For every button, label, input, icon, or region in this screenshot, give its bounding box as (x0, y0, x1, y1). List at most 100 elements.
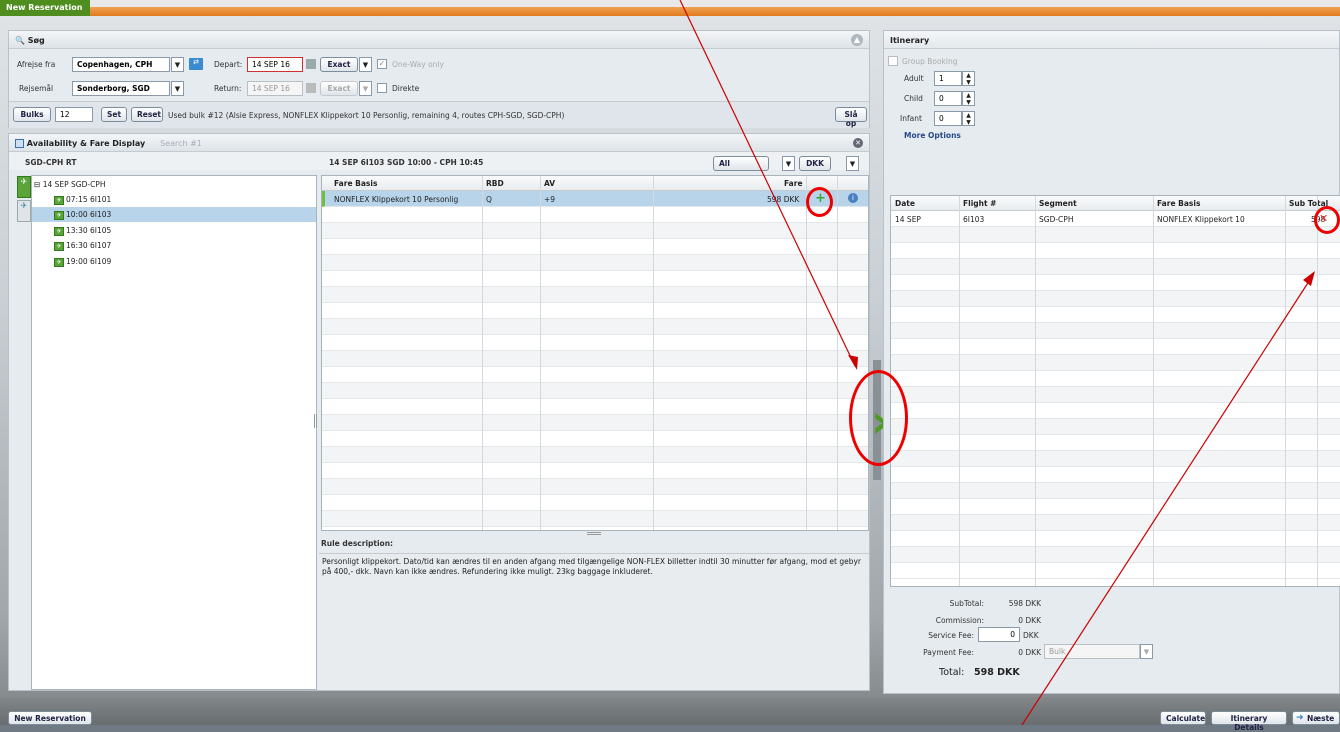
return-mode-dropdown-icon[interactable]: ▼ (359, 81, 372, 96)
grid-icon (15, 139, 24, 148)
new-reservation-footer-button[interactable]: New Reservation (8, 711, 92, 725)
fare-row-empty (322, 511, 868, 527)
depart-mode-dropdown-icon[interactable]: ▼ (359, 57, 372, 72)
bulks-button[interactable]: Bulks (13, 107, 51, 122)
search-title: Søg (27, 36, 45, 45)
infant-input[interactable]: 0 (934, 111, 962, 126)
route-label: SGD-CPH RT (25, 158, 77, 167)
subtotal-value: 598 DKK (1008, 599, 1041, 608)
tree-flight-item[interactable]: ✈ 07:15 6I101 (52, 192, 111, 207)
return-date-field[interactable]: 14 SEP 16 (247, 81, 303, 96)
fare-basis-cell: NONFLEX Klippekort 10 (1157, 215, 1245, 224)
fare-row-empty (322, 383, 868, 399)
set-button[interactable]: Set (101, 107, 127, 122)
col-flight[interactable]: Flight # (963, 199, 996, 208)
itinerary-details-button[interactable]: Itinerary Details (1211, 711, 1287, 732)
bulk-info-text: Used bulk #12 (Alsie Express, NONFLEX Kl… (168, 111, 565, 120)
search-tab[interactable]: Search #1 (160, 139, 202, 148)
direct-label: Direkte (392, 84, 420, 93)
col-segment[interactable]: Segment (1039, 199, 1077, 208)
info-icon[interactable]: i (848, 193, 858, 203)
col-fare-basis[interactable]: Fare Basis (1157, 199, 1200, 208)
fare-row-empty (322, 351, 868, 367)
more-options-link[interactable]: More Options (904, 131, 961, 140)
bulks-input[interactable]: 12 (55, 107, 93, 122)
currency-dropdown-icon[interactable]: ▼ (846, 156, 859, 171)
collapse-icon[interactable]: ▲ (851, 34, 863, 46)
flight-label: 19:00 6I109 (66, 257, 112, 266)
tree-root-label: 14 SEP SGD-CPH (42, 180, 106, 189)
service-fee-unit: DKK (1023, 631, 1039, 640)
child-input[interactable]: 0 (934, 91, 962, 106)
tree-flight-item[interactable]: ✈ 13:30 6I105 (52, 223, 111, 238)
reset-button[interactable]: Reset (131, 107, 163, 122)
fare-grid: Fare Basis RBD AV Fare NONFLEX Klippekor… (321, 175, 869, 531)
fare-row[interactable]: NONFLEX Klippekort 10 Personlig Q +9 598… (322, 191, 868, 207)
plane-icon: ✈ (54, 210, 64, 220)
col-date[interactable]: Date (895, 199, 915, 208)
payment-method-select[interactable]: Bulk (1044, 644, 1140, 659)
plane-icon: ✈ (54, 241, 64, 251)
collapse-tree-icon[interactable]: ⊟ (34, 180, 40, 189)
child-label: Child (904, 94, 923, 103)
oneway-label: One-Way only (392, 60, 444, 69)
plane-icon: ✈ (54, 226, 64, 236)
from-label: Afrejse fra (17, 60, 56, 69)
service-fee-input[interactable]: 0 (978, 627, 1020, 642)
col-av[interactable]: AV (544, 179, 555, 188)
currency-select[interactable]: DKK (799, 156, 831, 171)
close-icon[interactable]: ✕ (853, 138, 863, 148)
return-mode-select[interactable]: Exact (320, 81, 358, 96)
service-fee-label: Service Fee: (928, 631, 974, 640)
annotation-circle-remove (1314, 206, 1340, 234)
tree-root[interactable]: ⊟ 14 SEP SGD-CPH (34, 180, 105, 189)
filter-dropdown-icon[interactable]: ▼ (782, 156, 795, 171)
adult-stepper-icon[interactable]: ▲ ▼ (962, 71, 975, 86)
next-button[interactable]: ➜ Næste (1292, 711, 1340, 725)
payment-fee-value: 0 DKK (1018, 648, 1041, 657)
oneway-checkbox[interactable]: ✓ (377, 59, 387, 69)
tree-flight-item-selected[interactable]: ✈ 10:00 6I103 (32, 207, 316, 222)
fare-cell: 598 DKK (767, 195, 800, 204)
return-calendar-icon[interactable] (306, 83, 316, 93)
payment-dropdown-icon[interactable]: ▼ (1140, 644, 1153, 659)
new-reservation-tab[interactable]: New Reservation (0, 0, 90, 16)
tree-flight-item[interactable]: ✈ 16:30 6I107 (52, 238, 111, 253)
from-field[interactable]: Copenhagen, CPH (72, 57, 170, 72)
hotel-side-tab-icon[interactable]: ✈ (17, 200, 31, 222)
splitter-handle[interactable] (314, 414, 317, 428)
adult-label: Adult (904, 74, 924, 83)
filter-select[interactable]: All (713, 156, 769, 171)
col-fare-basis[interactable]: Fare Basis (334, 179, 377, 188)
fare-basis-cell: NONFLEX Klippekort 10 Personlig (334, 195, 459, 204)
flight-side-tab-icon[interactable]: ✈ (17, 176, 31, 198)
depart-date-field[interactable]: 14 SEP 16 (247, 57, 303, 72)
infant-stepper-icon[interactable]: ▲ ▼ (962, 111, 975, 126)
from-dropdown-icon[interactable]: ▼ (171, 57, 184, 72)
to-dropdown-icon[interactable]: ▼ (171, 81, 184, 96)
col-divider (482, 176, 483, 530)
tree-flight-item[interactable]: ✈ 19:00 6I109 (52, 254, 111, 269)
flight-cell: 6I103 (963, 215, 985, 224)
av-cell: +9 (544, 195, 556, 204)
group-booking-checkbox[interactable] (888, 56, 898, 66)
lookup-button[interactable]: Slå op (835, 107, 867, 128)
col-rbd[interactable]: RBD (486, 179, 504, 188)
rbd-cell: Q (486, 195, 492, 204)
col-divider (806, 176, 807, 530)
fare-row-empty (322, 303, 868, 319)
swap-icon[interactable]: ⇄ (189, 58, 203, 70)
splitter-handle-horizontal[interactable] (587, 532, 601, 535)
direct-checkbox[interactable] (377, 83, 387, 93)
to-field[interactable]: Sonderborg, SGD (72, 81, 170, 96)
child-stepper-icon[interactable]: ▲ ▼ (962, 91, 975, 106)
depart-mode-select[interactable]: Exact (320, 57, 358, 72)
adult-input[interactable]: 1 (934, 71, 962, 86)
fare-row-empty (322, 447, 868, 463)
top-orange-strip (90, 7, 1340, 16)
rule-description: Personligt klippekort. Dato/tid kan ændr… (319, 553, 869, 689)
col-fare[interactable]: Fare (784, 179, 803, 188)
calendar-icon[interactable] (306, 59, 316, 69)
calculate-button[interactable]: Calculate (1160, 711, 1206, 725)
infant-label: Infant (900, 114, 922, 123)
